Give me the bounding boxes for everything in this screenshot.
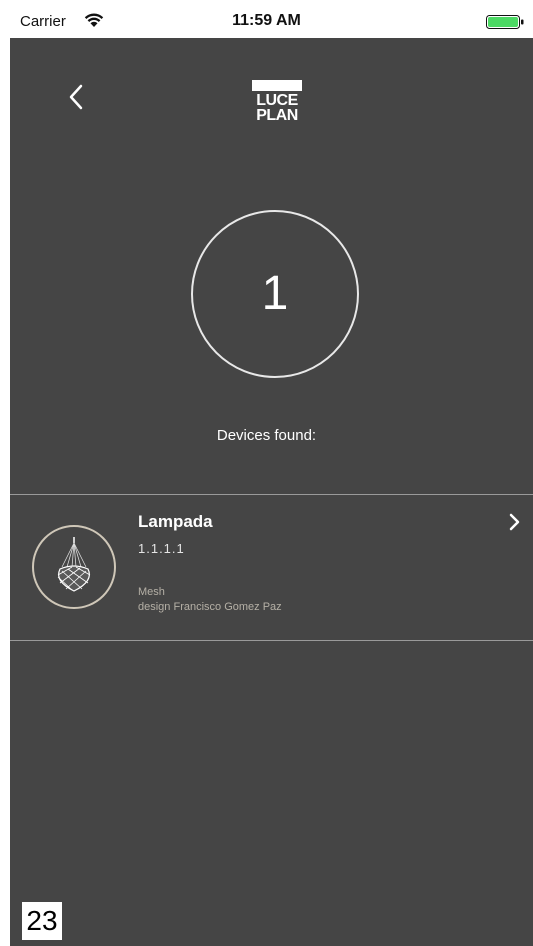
device-row[interactable]: Lampada 1.1.1.1 Mesh design Francisco Go… <box>10 495 533 640</box>
device-name: Lampada <box>138 512 213 531</box>
logo-line-2: PLAN <box>256 107 298 124</box>
luceplan-logo: LUCE PLAN <box>252 80 302 130</box>
device-thumbnail <box>32 525 116 609</box>
divider <box>10 640 533 641</box>
logo-bar <box>252 80 302 91</box>
back-button[interactable] <box>62 80 92 114</box>
device-version: 1.1.1.1 <box>138 541 185 556</box>
device-designer: design Francisco Gomez Paz <box>138 601 282 613</box>
device-count: 1 <box>261 267 289 320</box>
logo-line-1: LUCE <box>256 92 298 109</box>
page-number: 23 <box>22 902 62 940</box>
status-bar: Carrier 11:59 AM <box>0 0 533 38</box>
devices-screen: LUCE PLAN 1 Devices found: Lampada 1.1.1… <box>10 38 533 946</box>
battery-icon <box>486 15 524 29</box>
chevron-right-icon <box>509 513 520 531</box>
mesh-lamp-icon <box>57 537 91 592</box>
devices-found-label: Devices found: <box>216 427 317 444</box>
logo-text: LUCE PLAN <box>252 92 302 124</box>
chevron-left-icon <box>69 84 83 110</box>
status-time: 11:59 AM <box>232 12 301 29</box>
device-model: Mesh <box>138 586 165 598</box>
device-count-circle: 1 <box>191 210 359 378</box>
screen: Carrier 11:59 AM LUCE PLAN 1 Devices fou… <box>0 0 533 946</box>
